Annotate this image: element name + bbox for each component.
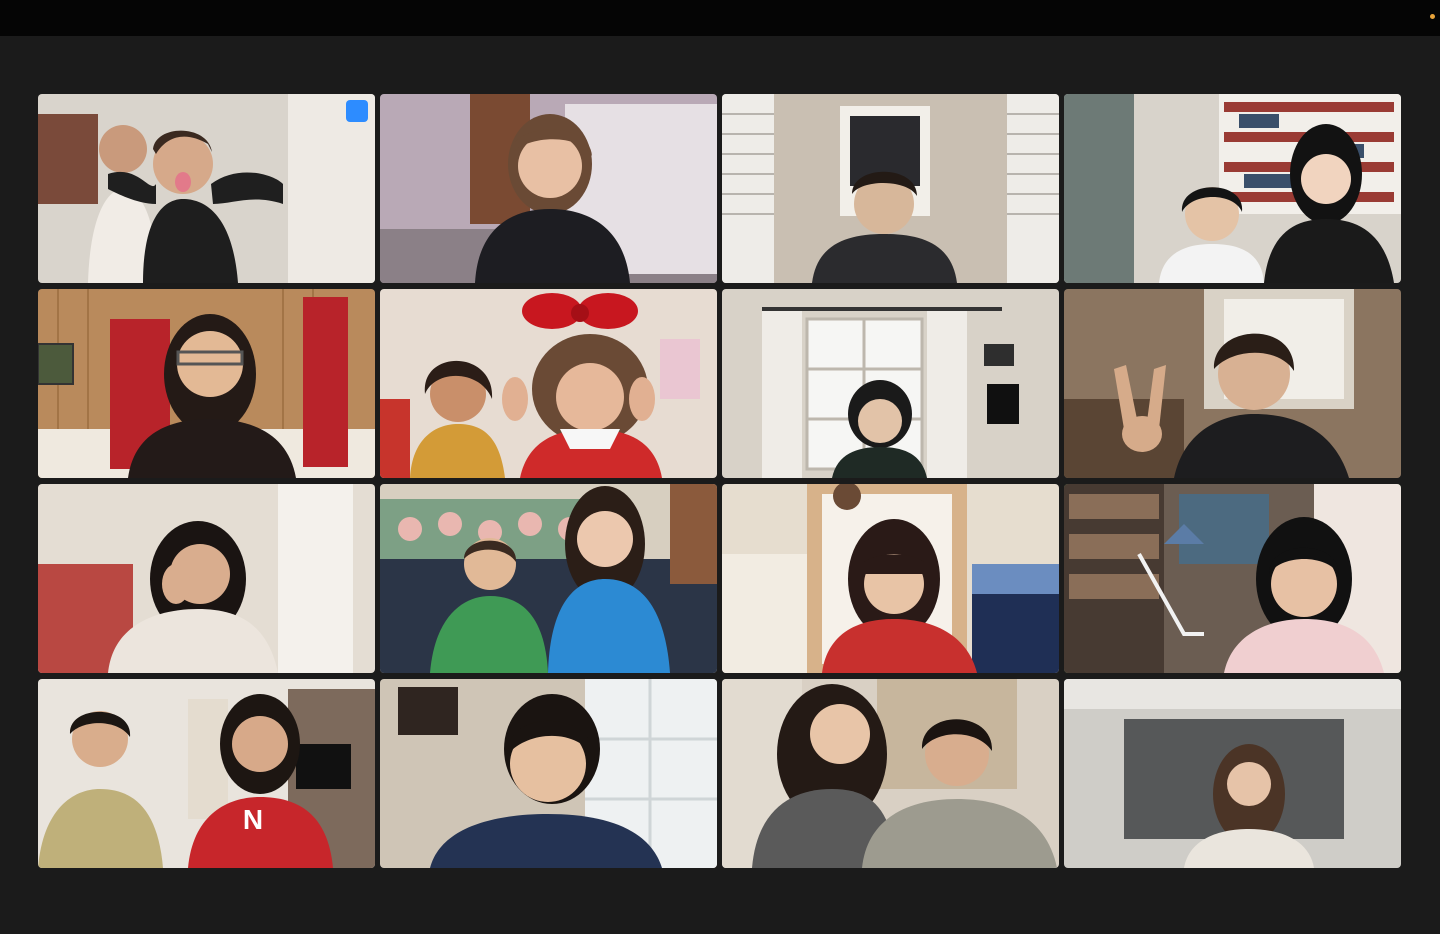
participant-video-tile-3[interactable] xyxy=(722,94,1059,283)
participant-video-tile-14[interactable] xyxy=(380,679,717,868)
participant-video-frame xyxy=(1064,484,1401,673)
participant-video-tile-6[interactable] xyxy=(380,289,717,478)
participant-video-frame xyxy=(38,289,375,478)
status-indicator-dot xyxy=(1430,14,1435,19)
participant-video-tile-8[interactable] xyxy=(1064,289,1401,478)
participant-video-tile-15[interactable] xyxy=(722,679,1059,868)
window-title-bar xyxy=(0,0,1440,36)
participant-video-tile-5[interactable] xyxy=(38,289,375,478)
participant-video-tile-12[interactable] xyxy=(1064,484,1401,673)
participant-video-frame xyxy=(1064,679,1401,868)
participant-video-frame xyxy=(38,94,375,283)
participant-video-frame xyxy=(722,484,1059,673)
participant-video-tile-7[interactable] xyxy=(722,289,1059,478)
participant-video-frame xyxy=(1064,94,1401,283)
participant-video-frame xyxy=(380,289,717,478)
participant-video-tile-11[interactable] xyxy=(722,484,1059,673)
participant-video-frame xyxy=(722,679,1059,868)
svg-text:N: N xyxy=(243,804,263,835)
participant-video-tile-1[interactable] xyxy=(38,94,375,283)
participant-video-frame xyxy=(722,94,1059,283)
participant-video-frame xyxy=(722,289,1059,478)
participant-video-frame xyxy=(38,484,375,673)
gallery-view-grid: N xyxy=(38,94,1401,868)
participant-video-tile-9[interactable] xyxy=(38,484,375,673)
participant-video-tile-4[interactable] xyxy=(1064,94,1401,283)
participant-video-tile-2[interactable] xyxy=(380,94,717,283)
participant-video-tile-10[interactable] xyxy=(380,484,717,673)
participant-video-frame: N xyxy=(38,679,375,868)
participant-video-frame xyxy=(380,484,717,673)
participant-video-frame xyxy=(380,679,717,868)
participant-video-frame xyxy=(1064,289,1401,478)
more-options-button[interactable] xyxy=(346,100,368,122)
participant-video-tile-16[interactable] xyxy=(1064,679,1401,868)
participant-video-frame xyxy=(380,94,717,283)
participant-video-tile-13[interactable]: N xyxy=(38,679,375,868)
